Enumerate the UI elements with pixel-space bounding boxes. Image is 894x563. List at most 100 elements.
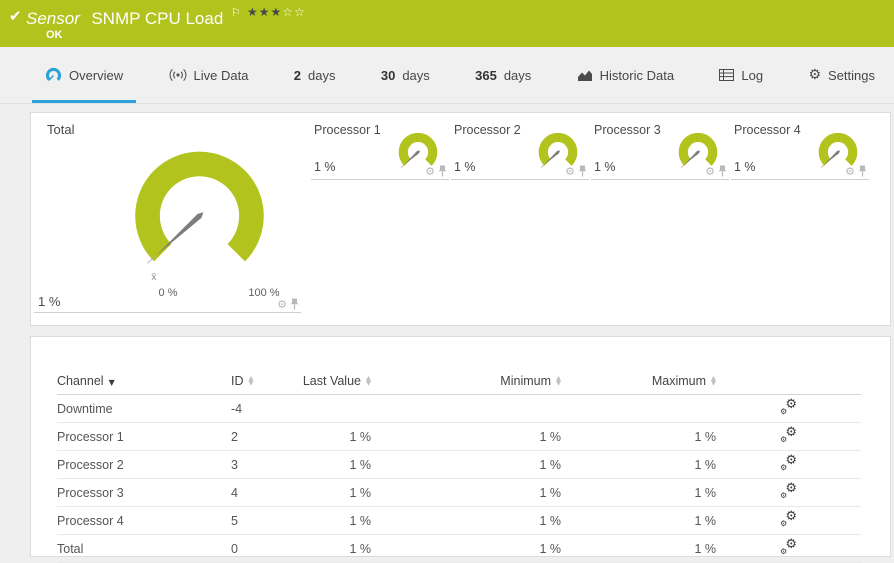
column-header-minimum[interactable]: Minimum▲▼ — [371, 367, 561, 395]
channel-id: 3 — [231, 451, 291, 479]
status-check-icon: ✔ — [9, 7, 22, 25]
channel-id: 2 — [231, 423, 291, 451]
tab-log[interactable]: Log — [706, 47, 776, 103]
channels-panel: Channel▼ ID▲▼ Last Value▲▼ Minimum▲▼ Max… — [30, 336, 891, 557]
sort-icon: ▲▼ — [249, 376, 254, 387]
gear-icon[interactable]: ⚙ — [845, 166, 855, 177]
gear-icon[interactable]: ⚙ — [565, 166, 575, 177]
tab-live-data-label: Live Data — [194, 68, 249, 83]
gauge-cell-processor-4: Processor 4 1 % ⚙ — [731, 115, 869, 180]
star-empty-icon[interactable]: ☆ — [282, 5, 294, 19]
channel-settings-icon[interactable]: ⚙⚙ — [780, 400, 797, 415]
tab-log-label: Log — [741, 68, 763, 83]
sensor-header: ✔ Sensor SNMP CPU Load ⚐ ★★★☆☆ OK — [0, 0, 894, 47]
sort-icon: ▲▼ — [366, 376, 371, 387]
tab-30-days-label: days — [402, 68, 429, 83]
channel-minimum: 1 % — [371, 451, 561, 479]
gauge-icon — [45, 67, 62, 84]
gear-small-icon: ⚙ — [780, 492, 787, 500]
channel-settings-icon[interactable]: ⚙⚙ — [780, 512, 797, 527]
channel-minimum — [371, 395, 561, 423]
channel-maximum: 1 % — [561, 451, 716, 479]
gauge-value: 1 % — [314, 160, 336, 174]
gear-icon[interactable]: ⚙ — [425, 166, 435, 177]
column-header-id[interactable]: ID▲▼ — [231, 367, 291, 395]
tab-bar: Overview Live Data 2 days 30 days 365 da… — [0, 47, 894, 104]
gauge-cell-total: Total x̄ 0 % 100 % 1 % ⚙ — [34, 115, 301, 313]
gear-icon: ⚙ — [808, 67, 821, 83]
table-row: Processor 1 2 1 % 1 % 1 % ⚙⚙ — [57, 423, 861, 451]
gauge-label: Processor 2 — [454, 123, 521, 137]
tab-2-days-number: 2 — [294, 68, 301, 83]
channel-minimum: 1 % — [371, 535, 561, 563]
tab-30-days[interactable]: 30 days — [368, 47, 443, 103]
flag-icon[interactable]: ⚐ — [231, 6, 241, 19]
sensor-title: Sensor SNMP CPU Load ⚐ — [26, 6, 241, 29]
processor-gauges-row: Processor 1 1 % ⚙ Processor 2 — [311, 115, 871, 180]
pin-icon[interactable] — [858, 165, 867, 177]
sort-icon: ▲▼ — [556, 376, 561, 387]
column-header-last-value[interactable]: Last Value▲▼ — [291, 367, 371, 395]
column-header-maximum[interactable]: Maximum▲▼ — [561, 367, 716, 395]
tab-settings-label: Settings — [828, 68, 875, 83]
priority-stars[interactable]: ★★★☆☆ — [247, 5, 306, 19]
sensor-kind-label: Sensor — [26, 9, 80, 28]
column-header-actions — [716, 367, 861, 395]
table-row: Processor 4 5 1 % 1 % 1 % ⚙⚙ — [57, 507, 861, 535]
table-header-row: Channel▼ ID▲▼ Last Value▲▼ Minimum▲▼ Max… — [57, 367, 861, 395]
tab-historic-data[interactable]: Historic Data — [564, 47, 687, 103]
gauge-total-value: 1 % — [38, 294, 60, 309]
table-row: Total 0 1 % 1 % 1 % ⚙⚙ — [57, 535, 861, 563]
channel-settings-icon[interactable]: ⚙⚙ — [780, 484, 797, 499]
table-row: Downtime -4 ⚙⚙ — [57, 395, 861, 423]
gauges-panel: Total x̄ 0 % 100 % 1 % ⚙ Processor 1 — [30, 112, 891, 326]
channel-last-value: 1 % — [291, 507, 371, 535]
channel-settings-icon[interactable]: ⚙⚙ — [780, 456, 797, 471]
gear-icon[interactable]: ⚙ — [277, 299, 287, 310]
table-row: Processor 3 4 1 % 1 % 1 % ⚙⚙ — [57, 479, 861, 507]
table-row: Processor 2 3 1 % 1 % 1 % ⚙⚙ — [57, 451, 861, 479]
channel-settings-icon[interactable]: ⚙⚙ — [780, 428, 797, 443]
average-marker: x̄ — [151, 272, 156, 283]
pin-icon[interactable] — [438, 165, 447, 177]
gauge-label: Processor 3 — [594, 123, 661, 137]
channels-table: Channel▼ ID▲▼ Last Value▲▼ Minimum▲▼ Max… — [57, 367, 861, 563]
sort-desc-icon: ▼ — [109, 378, 115, 387]
star-filled-icon[interactable]: ★ — [259, 5, 271, 19]
channel-name: Processor 2 — [57, 451, 231, 479]
pin-icon[interactable] — [718, 165, 727, 177]
pin-icon[interactable] — [578, 165, 587, 177]
channel-last-value: 1 % — [291, 451, 371, 479]
gear-small-icon: ⚙ — [780, 408, 787, 416]
live-signal-icon — [169, 68, 187, 82]
channel-maximum: 1 % — [561, 423, 716, 451]
star-filled-icon[interactable]: ★ — [247, 5, 259, 19]
channel-settings-icon[interactable]: ⚙⚙ — [780, 540, 797, 555]
channel-name: Downtime — [57, 395, 231, 423]
column-header-channel[interactable]: Channel▼ — [57, 367, 231, 395]
tab-settings[interactable]: ⚙ Settings — [795, 47, 888, 103]
star-empty-icon[interactable]: ☆ — [294, 5, 306, 19]
sensor-name: SNMP CPU Load — [91, 9, 223, 28]
channel-name: Total — [57, 535, 231, 563]
gear-small-icon: ⚙ — [780, 548, 787, 556]
gear-icon[interactable]: ⚙ — [705, 166, 715, 177]
gauge-scale-min: 0 % — [148, 287, 188, 299]
tab-365-days-number: 365 — [475, 68, 497, 83]
tab-365-days[interactable]: 365 days — [462, 47, 544, 103]
channel-minimum: 1 % — [371, 507, 561, 535]
channel-maximum: 1 % — [561, 479, 716, 507]
star-filled-icon[interactable]: ★ — [271, 5, 283, 19]
tab-live-data[interactable]: Live Data — [156, 47, 262, 103]
channel-id: 5 — [231, 507, 291, 535]
channel-id: 0 — [231, 535, 291, 563]
channel-minimum: 1 % — [371, 423, 561, 451]
gauge-value: 1 % — [454, 160, 476, 174]
tab-historic-data-label: Historic Data — [600, 68, 674, 83]
tab-overview[interactable]: Overview — [32, 47, 136, 103]
gear-small-icon: ⚙ — [780, 436, 787, 444]
channel-id: 4 — [231, 479, 291, 507]
tab-2-days[interactable]: 2 days — [281, 47, 349, 103]
pin-icon[interactable] — [290, 298, 299, 310]
channel-name: Processor 4 — [57, 507, 231, 535]
